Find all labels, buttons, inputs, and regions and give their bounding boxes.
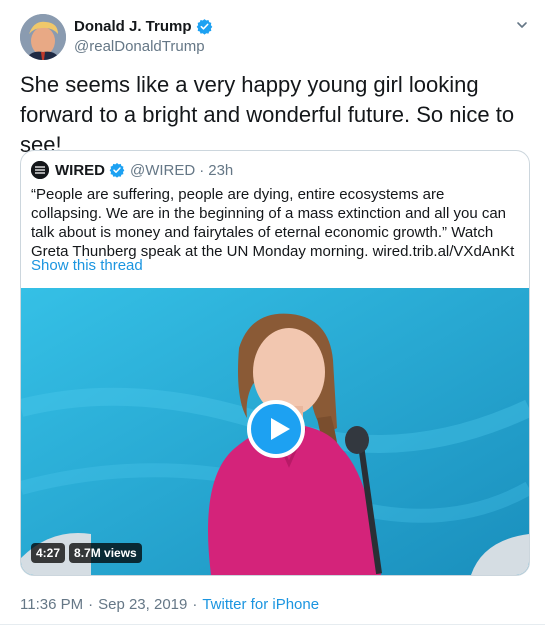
wired-logo-icon	[31, 161, 49, 179]
tweet-time[interactable]: 11:36 PM	[20, 596, 83, 613]
show-thread-link[interactable]: Show this thread	[31, 257, 143, 274]
verified-badge-icon	[109, 162, 125, 178]
footer-separator: ·	[192, 596, 198, 613]
tweet-footer: 11:36 PM · Sep 23, 2019 · Twitter for iP…	[20, 596, 319, 613]
video-duration: 4:27	[31, 543, 66, 563]
avatar[interactable]	[20, 14, 66, 60]
quoted-handle: @WIRED	[130, 161, 196, 179]
quoted-tweet-header: WIRED @WIRED · 23h	[31, 161, 233, 179]
tweet-date[interactable]: Sep 23, 2019	[98, 596, 187, 613]
video-views: 8.7M views	[69, 543, 142, 563]
tweet-source-link[interactable]: Twitter for iPhone	[202, 596, 319, 613]
tweet-card: Donald J. Trump @realDonaldTrump She see…	[0, 0, 545, 625]
verified-badge-icon	[196, 18, 213, 35]
video-badges: 4:27 8.7M views	[31, 543, 146, 563]
tweet-text: She seems like a very happy young girl l…	[20, 72, 515, 157]
author-display-name[interactable]: Donald J. Trump	[74, 18, 192, 35]
quoted-age: 23h	[208, 161, 234, 179]
video-player[interactable]: 4:27 8.7M views	[21, 288, 529, 575]
avatar-image	[20, 14, 66, 60]
author-handle[interactable]: @realDonaldTrump	[74, 38, 205, 55]
play-icon	[271, 418, 290, 440]
author-name-row: Donald J. Trump	[74, 18, 213, 35]
quoted-display-name: WIRED	[55, 161, 105, 179]
quoted-tweet[interactable]: WIRED @WIRED · 23h “People are suffering…	[20, 150, 530, 576]
chevron-down-icon[interactable]	[515, 18, 529, 32]
meta-separator: ·	[199, 161, 205, 179]
quoted-tweet-text: “People are suffering, people are dying,…	[31, 186, 515, 260]
footer-separator: ·	[88, 596, 94, 613]
play-button[interactable]	[247, 400, 305, 458]
